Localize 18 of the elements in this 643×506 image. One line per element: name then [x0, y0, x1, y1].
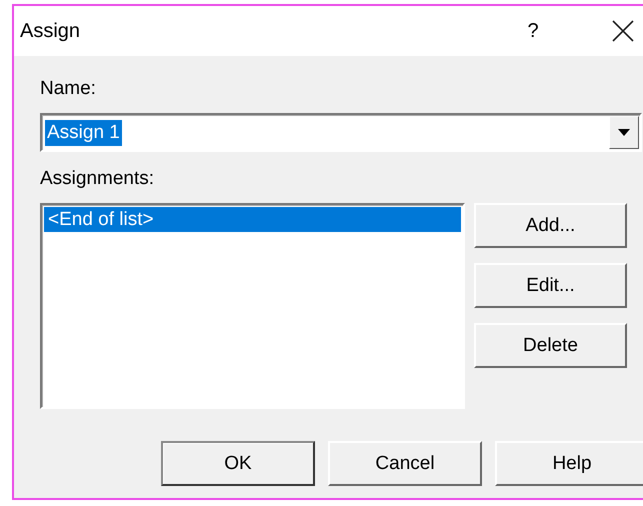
- side-button[interactable]: Edit...: [474, 263, 627, 308]
- dialog-button[interactable]: Cancel: [328, 441, 482, 486]
- window-title: Assign: [20, 20, 82, 42]
- side-button[interactable]: Delete: [474, 323, 627, 368]
- dialog-button[interactable]: OK: [161, 441, 315, 486]
- dropdown-button[interactable]: [609, 116, 639, 149]
- name-value: Assign 1: [45, 120, 122, 146]
- side-button[interactable]: Add...: [474, 203, 627, 248]
- assignments-list[interactable]: <End of list>: [40, 203, 465, 409]
- close-icon: [612, 20, 634, 42]
- dialog-button[interactable]: Help: [495, 441, 643, 486]
- name-combo-box[interactable]: Assign 1: [40, 113, 642, 152]
- list-item[interactable]: <End of list>: [44, 207, 461, 232]
- name-label: Name:: [40, 78, 96, 100]
- caret-icon: [618, 129, 630, 136]
- assignments-label: Assignments:: [40, 168, 154, 190]
- help-button[interactable]: ?: [522, 20, 544, 42]
- close-button[interactable]: [612, 20, 634, 42]
